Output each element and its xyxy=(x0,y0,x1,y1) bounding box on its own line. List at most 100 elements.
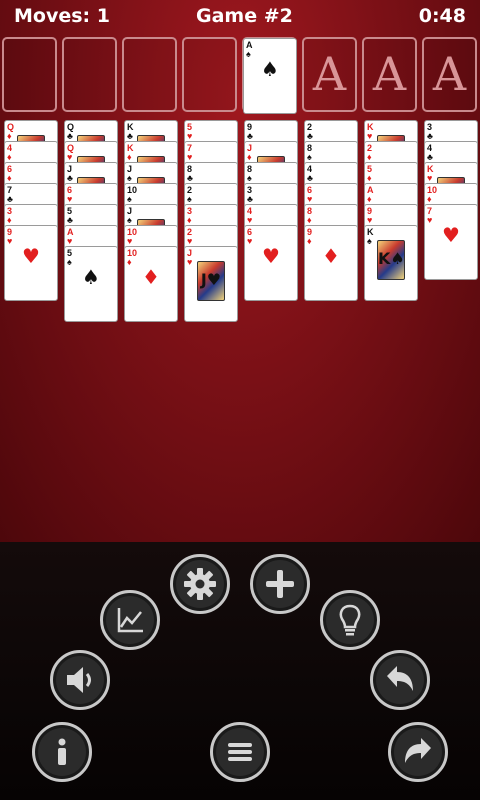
new-game-button[interactable] xyxy=(250,554,310,614)
status-bar: Moves: 1 Game #2 0:48 xyxy=(0,0,480,34)
card-center-pip: K♠ xyxy=(377,240,405,280)
card-suit: ♥ xyxy=(127,236,133,246)
sound-button[interactable] xyxy=(50,650,110,710)
card-suit: ♥ xyxy=(67,194,73,204)
card-center-pip: ♦ xyxy=(142,265,160,289)
foundation-top-card[interactable]: A ♠ ♠ xyxy=(243,38,297,114)
card-center-pip: ♠ xyxy=(82,265,100,289)
settings-button[interactable] xyxy=(170,554,230,614)
chart-icon xyxy=(117,608,143,633)
moves-counter: Moves: 1 xyxy=(14,5,110,27)
card-suit: ♥ xyxy=(367,215,373,225)
card-suit: ♣ xyxy=(67,215,73,225)
card-table: Moves: 1 Game #2 0:48 Q♦Q♦4♦♦6♦♦7♣♣3♦♦9♥… xyxy=(0,0,480,542)
playing-card[interactable]: K ♠ K♠ xyxy=(364,225,418,301)
playing-card[interactable]: 10♦♦ xyxy=(124,246,178,322)
card-suit: ♣ xyxy=(307,131,313,141)
playing-card[interactable]: 6♥♥ xyxy=(244,225,298,301)
card-suit: ♥ xyxy=(427,215,433,225)
lightbulb-icon xyxy=(339,604,361,636)
card-suit: ♣ xyxy=(7,194,13,204)
speaker-icon xyxy=(67,667,91,693)
card-suit: ♠ xyxy=(307,152,312,162)
card-suit: ♣ xyxy=(67,131,73,141)
card-suit: ♦ xyxy=(7,131,12,141)
card-suit: ♥ xyxy=(187,152,193,162)
card-suit: ♥ xyxy=(307,194,313,204)
gear-icon xyxy=(184,568,216,600)
game-timer: 0:48 xyxy=(418,5,466,27)
card-center-pip: ♥ xyxy=(22,244,40,268)
card-suit: ♦ xyxy=(367,173,372,183)
undo-icon xyxy=(387,666,413,691)
card-suit: ♦ xyxy=(7,173,12,183)
card-suit: ♥ xyxy=(367,131,373,141)
free-cell-3[interactable] xyxy=(122,37,177,112)
card-suit: ♥ xyxy=(7,236,13,246)
foundation-3[interactable]: A xyxy=(362,37,417,112)
card-suit: ♦ xyxy=(127,257,132,267)
card-suit: ♦ xyxy=(247,152,252,162)
card-suit: ♠ xyxy=(247,173,252,183)
card-suit: ♠ xyxy=(127,215,132,225)
card-suit: ♣ xyxy=(307,173,313,183)
card-suit: ♦ xyxy=(7,215,12,225)
info-button[interactable] xyxy=(32,722,92,782)
card-suit: ♦ xyxy=(307,215,312,225)
card-suit: ♦ xyxy=(187,215,192,225)
foundation-2[interactable]: A xyxy=(302,37,357,112)
control-panel xyxy=(0,542,480,800)
card-suit: ♦ xyxy=(7,152,12,162)
card-suit: ♣ xyxy=(427,131,433,141)
card-suit: ♥ xyxy=(247,236,253,246)
card-suit: ♣ xyxy=(67,173,73,183)
menu-icon xyxy=(228,743,252,761)
card-suit: ♠ xyxy=(67,257,72,267)
card-suit: ♥ xyxy=(247,215,253,225)
playing-card[interactable]: J ♥ J♥ xyxy=(184,246,238,322)
playing-card[interactable]: 5 ♠ ♠ xyxy=(64,246,118,322)
info-icon xyxy=(58,738,66,765)
card-suit: ♠ xyxy=(187,194,192,204)
plus-icon xyxy=(266,570,294,598)
statistics-button[interactable] xyxy=(100,590,160,650)
card-center-pip: ♦ xyxy=(322,244,340,268)
card-suit: ♥ xyxy=(67,236,73,246)
free-cell-2[interactable] xyxy=(62,37,117,112)
card-suit: ♥ xyxy=(187,257,193,267)
game-number: Game #2 xyxy=(196,5,293,27)
undo-button[interactable] xyxy=(370,650,430,710)
redo-button[interactable] xyxy=(388,722,448,782)
card-suit: ♦ xyxy=(127,152,132,162)
foundation-placeholder: A xyxy=(432,47,467,101)
redo-icon xyxy=(405,738,431,763)
card-suit: ♥ xyxy=(187,131,193,141)
card-center-pip: ♠ xyxy=(261,57,279,81)
card-suit: ♣ xyxy=(127,131,133,141)
card-suit: ♣ xyxy=(427,152,433,162)
card-suit: ♦ xyxy=(367,152,372,162)
free-cell-4[interactable] xyxy=(182,37,237,112)
card-suit: ♥ xyxy=(67,152,73,162)
playing-card[interactable]: 7♥♥ xyxy=(424,204,478,280)
free-cell-1[interactable] xyxy=(2,37,57,112)
freecell-game: Moves: 1 Game #2 0:48 Q♦Q♦4♦♦6♦♦7♣♣3♦♦9♥… xyxy=(0,0,480,800)
card-suit: ♠ xyxy=(127,173,132,183)
hint-button[interactable] xyxy=(320,590,380,650)
foundation-1[interactable]: A ♠ ♠ xyxy=(242,37,297,114)
menu-button[interactable] xyxy=(210,722,270,782)
card-suit: ♣ xyxy=(247,131,253,141)
card-suit: ♣ xyxy=(187,173,193,183)
card-center-pip: ♥ xyxy=(442,223,460,247)
card-suit: ♦ xyxy=(427,194,432,204)
playing-card[interactable]: 9♥♥ xyxy=(4,225,58,301)
card-suit: ♥ xyxy=(187,236,193,246)
card-suit: ♠ xyxy=(246,49,251,59)
card-suit: ♦ xyxy=(367,194,372,204)
foundation-4[interactable]: A xyxy=(422,37,477,112)
playing-card[interactable]: 9 ♦ ♦ xyxy=(304,225,358,301)
card-suit: ♦ xyxy=(307,236,312,246)
card-center-pip: J♥ xyxy=(197,261,225,301)
card-suit: ♥ xyxy=(427,173,433,183)
card-suit: ♣ xyxy=(247,194,253,204)
